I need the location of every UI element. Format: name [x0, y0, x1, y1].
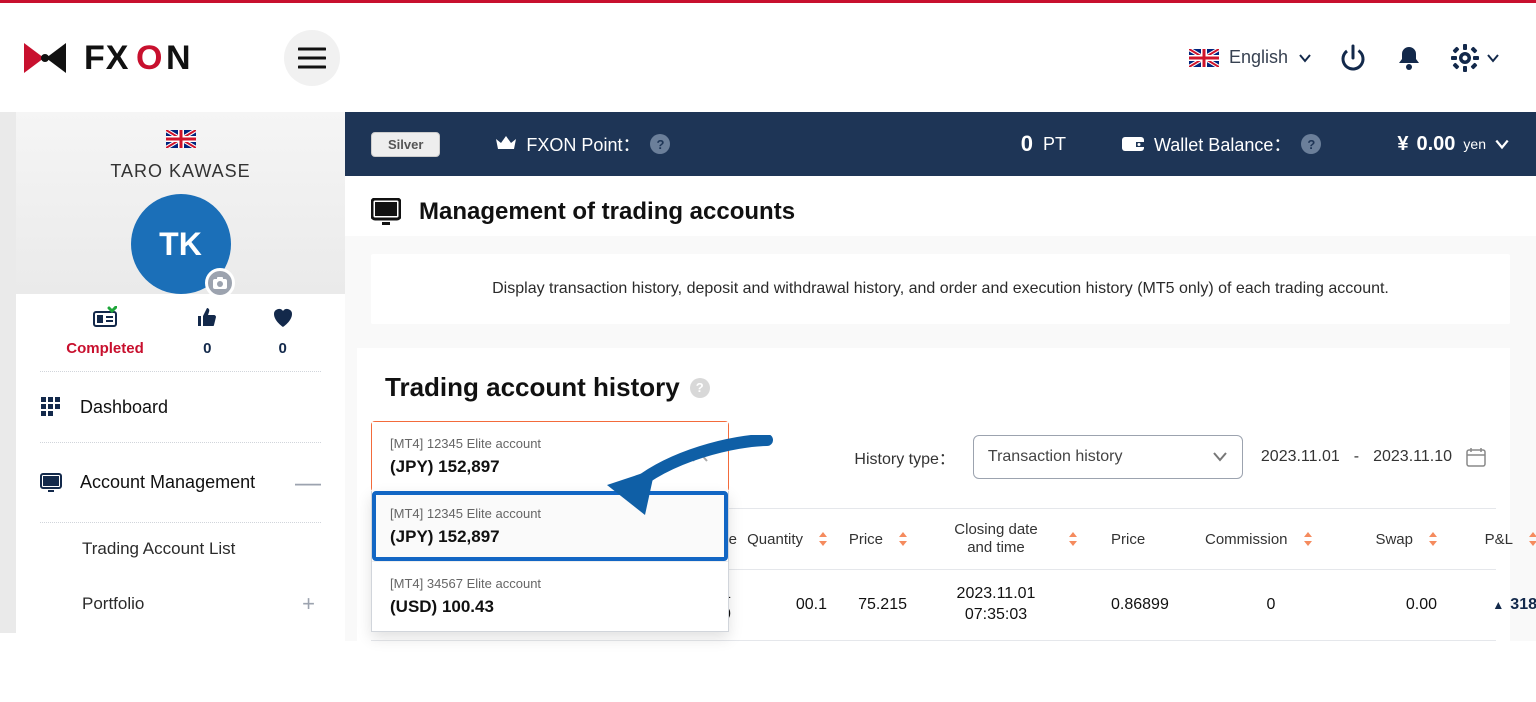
- page-description: Display transaction history, deposit and…: [371, 254, 1510, 324]
- sidebar-subitem-trading-account-list[interactable]: Trading Account List: [82, 523, 321, 575]
- flag-uk-icon: [166, 130, 196, 148]
- main-content: Silver FXON Point： ? 0 PT Wallet Balance…: [345, 112, 1536, 641]
- wallet-display: Wallet Balance： ?: [1122, 131, 1321, 157]
- sidebar-item-dashboard[interactable]: Dashboard: [40, 372, 321, 442]
- profile-hearts[interactable]: 0: [271, 306, 295, 357]
- profile-status[interactable]: Completed: [66, 306, 144, 357]
- page-header: Management of trading accounts: [345, 176, 1536, 236]
- sort-icon[interactable]: [1302, 532, 1312, 546]
- status-bar: Silver FXON Point： ? 0 PT Wallet Balance…: [345, 112, 1536, 176]
- hamburger-menu-button[interactable]: [284, 30, 340, 86]
- language-selector[interactable]: English: [1189, 47, 1312, 68]
- profile-thumbs[interactable]: 0: [196, 306, 218, 357]
- calendar-icon: [1466, 447, 1486, 467]
- account-dropdown: [MT4] 12345 Elite account (JPY) 152,897 …: [371, 491, 729, 632]
- expand-icon: +: [302, 591, 315, 617]
- avatar-initials: TK: [159, 226, 202, 263]
- chevron-down-icon: [1298, 51, 1312, 65]
- history-type-label: History type：: [854, 445, 954, 469]
- bell-icon[interactable]: [1394, 43, 1424, 73]
- section-title: Trading account history: [385, 372, 680, 403]
- help-icon[interactable]: ?: [650, 134, 670, 154]
- balance-selector[interactable]: ¥ 0.00 yen: [1397, 133, 1510, 156]
- monitor-icon: [371, 198, 401, 226]
- account-option[interactable]: [MT4] 34567 Elite account (USD) 100.43: [372, 561, 728, 631]
- avatar[interactable]: TK: [131, 194, 231, 294]
- profile-name: TARO KAWASE: [16, 161, 345, 182]
- svg-text:O: O: [136, 39, 162, 77]
- sidebar-subitem-portfolio[interactable]: Portfolio +: [82, 575, 321, 633]
- collapse-icon: —: [295, 467, 321, 498]
- page-title: Management of trading accounts: [419, 198, 795, 226]
- crown-icon: [496, 135, 516, 153]
- sidebar-item-account-management[interactable]: Account Management —: [40, 443, 321, 522]
- grid-icon: [40, 396, 62, 418]
- tier-badge: Silver: [371, 132, 440, 157]
- date-range[interactable]: 2023.11.01 - 2023.11.10: [1261, 447, 1486, 467]
- chevron-down-icon: [1212, 451, 1228, 463]
- camera-icon[interactable]: [205, 268, 235, 298]
- thumbs-up-icon: [196, 306, 218, 330]
- sort-icon[interactable]: [1427, 532, 1437, 546]
- logo[interactable]: FX O N: [18, 33, 248, 83]
- app-header: FX O N English: [0, 3, 1536, 112]
- settings-menu[interactable]: [1450, 43, 1500, 73]
- sort-icon[interactable]: [1067, 532, 1077, 546]
- heart-icon: [271, 306, 295, 330]
- sort-icon[interactable]: [817, 532, 827, 546]
- svg-text:N: N: [166, 39, 191, 77]
- chevron-down-icon: [1494, 136, 1510, 152]
- help-icon[interactable]: ?: [1301, 134, 1321, 154]
- gear-icon: [1450, 43, 1480, 73]
- points-display: FXON Point： ?: [496, 131, 670, 157]
- profile-status-label: Completed: [66, 340, 144, 357]
- account-option-selected[interactable]: [MT4] 12345 Elite account (JPY) 152,897: [372, 491, 728, 561]
- svg-text:FX: FX: [84, 39, 129, 77]
- id-card-icon: [93, 306, 117, 330]
- wallet-icon: [1122, 135, 1144, 153]
- sort-icon[interactable]: [1527, 532, 1536, 546]
- chevron-up-icon: [690, 450, 710, 464]
- hamburger-icon: [298, 47, 326, 69]
- history-type-select[interactable]: Transaction history: [973, 435, 1243, 479]
- monitor-icon: [40, 472, 62, 494]
- chevron-down-icon: [1486, 51, 1500, 65]
- flag-uk-icon: [1189, 49, 1219, 67]
- history-section: Trading account history ? [MT4] 12345 El…: [357, 348, 1510, 641]
- sort-icon[interactable]: [897, 532, 907, 546]
- power-icon[interactable]: [1338, 43, 1368, 73]
- account-selector[interactable]: [MT4] 12345 Elite account (JPY) 152,897 …: [371, 421, 729, 492]
- sidebar: TARO KAWASE TK Completed: [0, 112, 345, 641]
- triangle-up-icon: ▲: [1492, 598, 1504, 612]
- help-icon[interactable]: ?: [690, 378, 710, 398]
- language-label: English: [1229, 47, 1288, 68]
